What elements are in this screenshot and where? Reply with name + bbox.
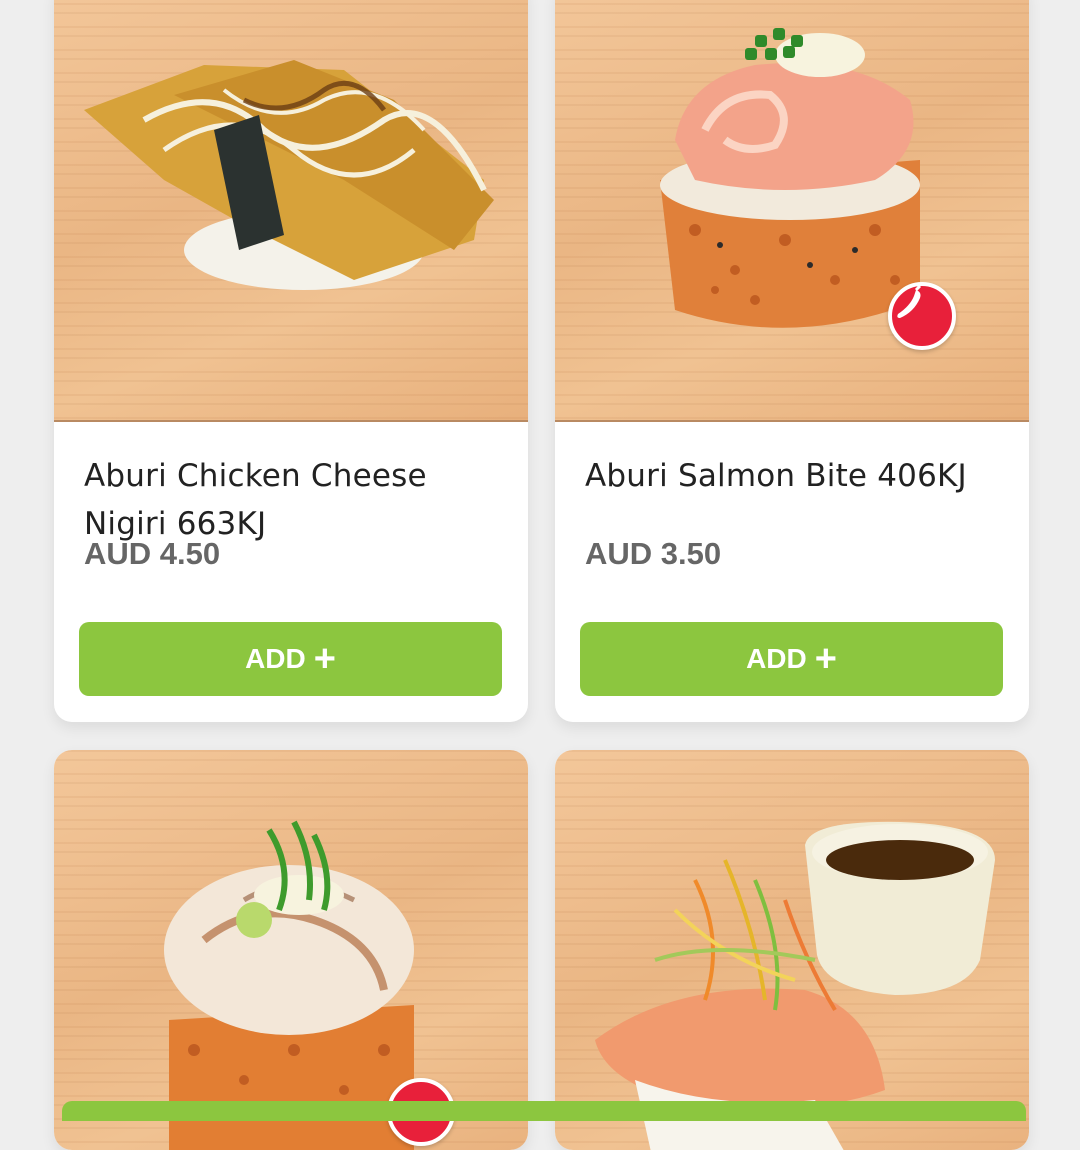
add-button-label: ADD xyxy=(245,643,306,674)
product-image[interactable] xyxy=(54,0,528,422)
plus-icon: + xyxy=(313,638,336,680)
product-grid: Aburi Chicken Cheese Nigiri 663KJ AUD 4.… xyxy=(0,0,1080,1150)
product-name: Aburi Chicken Cheese Nigiri 663KJ xyxy=(84,458,427,542)
product-price: AUD 3.50 xyxy=(585,536,722,571)
add-to-cart-button[interactable]: ADD + xyxy=(79,622,502,696)
product-name: Aburi Salmon Bite 406KJ xyxy=(585,458,967,494)
product-card[interactable] xyxy=(555,750,1029,1150)
product-price: AUD 4.50 xyxy=(84,536,221,571)
bottom-cart-bar[interactable] xyxy=(62,1101,1026,1121)
product-image[interactable] xyxy=(54,750,528,1150)
plus-icon: + xyxy=(814,638,837,680)
product-card[interactable]: Aburi Salmon Bite 406KJ AUD 3.50 ADD + xyxy=(555,0,1029,722)
product-image[interactable] xyxy=(555,0,1029,422)
add-button-label: ADD xyxy=(746,643,807,674)
product-image[interactable] xyxy=(555,750,1029,1150)
product-card[interactable] xyxy=(54,750,528,1150)
spicy-icon xyxy=(888,282,956,350)
product-card[interactable]: Aburi Chicken Cheese Nigiri 663KJ AUD 4.… xyxy=(54,0,528,722)
add-to-cart-button[interactable]: ADD + xyxy=(580,622,1003,696)
